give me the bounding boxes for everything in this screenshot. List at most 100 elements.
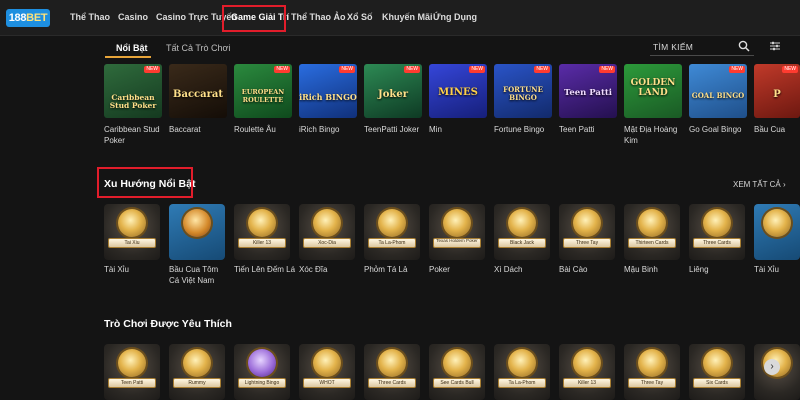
game-emblem [573,349,601,377]
game-label[interactable]: Teen Patti [559,124,629,135]
game-ribbon: WHOT [303,378,351,388]
game-label[interactable]: Go Goal Bingo [689,124,759,135]
game-tile-tai-xiu[interactable]: Tai Xiu [104,204,160,260]
game-tile-art-text: EUROPEAN ROULETTE [241,88,285,104]
game-label[interactable]: Tài Xỉu [104,264,170,275]
game-tile-poker[interactable]: Texas Holdem Poker [429,204,485,260]
game-ribbon: Killer 13 [238,238,286,248]
game-ribbon: Lightning Bingo [238,378,286,388]
game-tile-art-text: FORTUNE BINGO [503,85,543,102]
game-tile-roulette-au[interactable]: NEW EUROPEAN ROULETTE [234,64,292,118]
game-emblem [508,349,536,377]
game-ribbon: Thirteen Cards [628,238,676,248]
see-all-link[interactable]: XEM TẤT CẢ › [733,180,786,189]
game-label[interactable]: Xóc Đĩa [299,264,365,275]
game-emblem [703,209,731,237]
game-tile-phom-ta-la[interactable]: Ta La-Phom [364,204,420,260]
game-label[interactable]: Min [429,124,499,135]
game-ribbon: Rummy [173,378,221,388]
game-label[interactable]: Bầu Cua [754,124,800,135]
game-ribbon: Teen Patti [108,378,156,388]
game-label[interactable]: Poker [429,264,495,275]
game-tile-fav-killer-13[interactable]: Killer 13 [559,344,615,400]
section-title-favorites: Trò Chơi Được Yêu Thích [104,318,232,330]
game-tile-fav-see-cards-bull[interactable]: See Cards Bull [429,344,485,400]
game-tile-xoc-dia[interactable]: Xoc-Dia [299,204,355,260]
game-label[interactable]: Phỏm Tá Lả [364,264,430,275]
nav-item-the-thao-ao[interactable]: Thể Thao Ảo [291,12,346,22]
nav-item-ung-dung[interactable]: Ứng Dụng [433,12,477,22]
logo-text-a: 188 [8,12,27,24]
active-tab-indicator [105,56,151,58]
game-emblem [763,209,791,237]
game-label[interactable]: Tiến Lên Đếm Lá [234,264,300,275]
game-tile-tai-xiu-2[interactable] [754,204,800,260]
game-tile-xi-dach[interactable]: Black Jack [494,204,550,260]
logo[interactable]: 188 BET [6,9,50,27]
game-tile-teen-patti[interactable]: NEW Teen Patti [559,64,617,118]
game-label[interactable]: Tài Xỉu [754,264,800,275]
nav-item-the-thao[interactable]: Thể Thao [70,12,110,22]
game-emblem [313,349,341,377]
game-ribbon: Six Cards [693,378,741,388]
new-badge: NEW [782,66,798,73]
game-tile-fortune-bingo[interactable]: NEW FORTUNE BINGO [494,64,552,118]
game-label[interactable]: TeenPatti Joker [364,124,434,135]
game-tile-mat-dia-hoang-kim[interactable]: GOLDEN LAND [624,64,682,118]
game-tile-caribbean-stud-poker[interactable]: NEW Caribbean Stud Poker [104,64,162,118]
game-label[interactable]: iRich Bingo [299,124,369,135]
game-label[interactable]: Bầu Cua Tôm Cá Việt Nam [169,264,229,286]
game-tile-teenpatti-joker[interactable]: NEW Joker [364,64,422,118]
nav-item-casino[interactable]: Casino [118,12,148,22]
game-tile-lieng[interactable]: Three Cards [689,204,745,260]
game-tile-art-text: Baccarat [173,89,223,100]
nav-item-khuyen-mai[interactable]: Khuyến Mãi [382,12,433,22]
new-badge: NEW [599,66,615,73]
game-tile-fav-ta-la-phom[interactable]: Ta La-Phom [494,344,550,400]
game-tile-bai-cao[interactable]: Three Tay [559,204,615,260]
game-tile-bau-cua[interactable]: NEW P [754,64,800,118]
game-label[interactable]: Caribbean Stud Poker [104,124,174,146]
game-tile-art-text: Joker [378,89,408,100]
game-label[interactable]: Baccarat [169,124,239,135]
game-label[interactable]: Roulette Âu [234,124,304,135]
game-label[interactable]: Xì Dách [494,264,560,275]
game-emblem [248,209,276,237]
game-tile-mau-binh[interactable]: Thirteen Cards [624,204,680,260]
game-emblem [183,349,211,377]
game-label[interactable]: Fortune Bingo [494,124,564,135]
top-nav-bar: 188 BET Thể Thao Casino Casino Trực Tuyến… [0,0,800,36]
tab-tat-ca-tro-choi[interactable]: Tất Cả Trò Chơi [166,43,230,53]
game-tile-tien-len[interactable]: Killer 13 [234,204,290,260]
game-emblem [443,209,471,237]
game-tile-go-goal-bingo[interactable]: NEW GOAL BINGO [689,64,747,118]
game-tile-min[interactable]: NEW MINES [429,64,487,118]
game-tile-fav-three-tay[interactable]: Three Tay [624,344,680,400]
game-ribbon: See Cards Bull [433,378,481,388]
game-tile-art-text: GOLDEN LAND [630,78,676,98]
game-tile-bau-cua-tom-ca[interactable] [169,204,225,260]
game-tile-baccarat[interactable]: Baccarat [169,64,227,118]
game-ribbon: Ta La-Phom [368,238,416,248]
game-tile-fav-lightning-bingo[interactable]: Lightning Bingo [234,344,290,400]
tab-noi-bat[interactable]: Nổi Bật [116,43,148,53]
game-label[interactable]: Bài Cào [559,264,625,275]
game-tile-fav-teen-patti[interactable]: Teen Patti [104,344,160,400]
game-tile-fav-rummy[interactable]: Rummy [169,344,225,400]
filter-icon[interactable] [769,40,781,52]
game-emblem [313,209,341,237]
game-label[interactable]: Mậu Binh [624,264,690,275]
game-tile-art-text: Caribbean Stud Poker [109,93,157,110]
game-tile-irich-bingo[interactable]: NEW iRich BINGO [299,64,357,118]
game-tile-fav-six-cards[interactable]: Six Cards [689,344,745,400]
game-label[interactable]: Mật Địa Hoàng Kim [624,124,684,146]
game-tile-art-text: Teen Patti [563,88,613,98]
search-icon[interactable] [738,40,750,52]
scroll-right-arrow-icon[interactable]: › [764,359,780,375]
game-tile-fav-whot[interactable]: WHOT [299,344,355,400]
game-tile-fav-three-cards[interactable]: Three Cards [364,344,420,400]
game-label[interactable]: Liêng [689,264,755,275]
game-emblem [118,349,146,377]
nav-item-xo-so[interactable]: Xổ Số [347,12,373,22]
logo-text-b: BET [26,12,48,24]
